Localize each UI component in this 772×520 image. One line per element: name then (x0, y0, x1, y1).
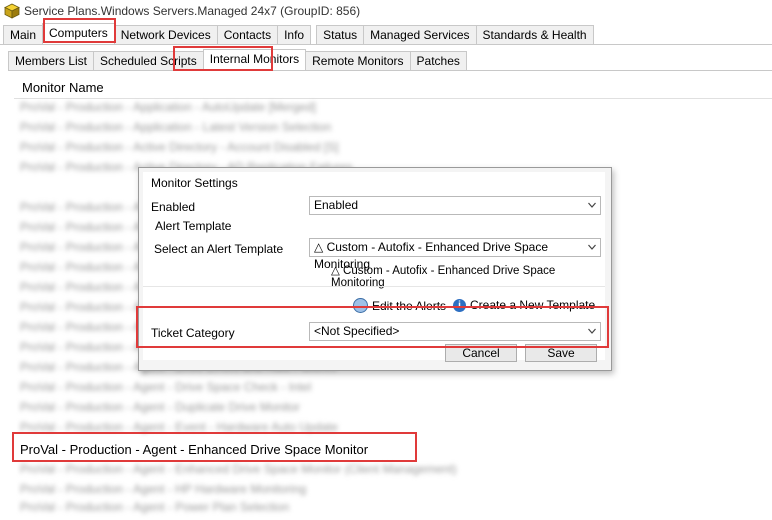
tab-computers[interactable]: Computers (42, 23, 115, 44)
list-item[interactable]: ProVal - Production - Agent - Power Plan… (20, 500, 289, 520)
select-template-label: Select an Alert Template (154, 242, 284, 256)
monitor-settings-group-label: Monitor Settings (151, 176, 238, 190)
main-tab-bar: Main Computers Network Devices Contacts … (0, 23, 772, 45)
tab-main[interactable]: Main (3, 25, 44, 44)
create-template-label: Create a New Template (470, 298, 596, 312)
list-item[interactable]: ProVal - Production - Agent - Event - Ha… (20, 420, 338, 440)
ticket-category-label: Ticket Category (151, 326, 235, 340)
list-item[interactable]: ProVal - Production - Agent - Drive Spac… (20, 380, 311, 400)
divider (143, 286, 605, 287)
cancel-button[interactable]: Cancel (445, 344, 517, 362)
tab-status[interactable]: Status (316, 25, 365, 44)
enabled-dropdown[interactable]: Enabled (309, 196, 601, 215)
list-item[interactable]: ProVal - Production - Agent - Enhanced D… (20, 462, 457, 482)
enabled-dropdown-value: Enabled (314, 198, 359, 212)
list-item[interactable]: ProVal - Production - Application - Late… (20, 120, 331, 140)
info-icon: i (453, 298, 466, 312)
list-item[interactable]: ProVal - Production - Agent - Duplicate … (20, 400, 300, 420)
alert-template-dropdown[interactable]: △ Custom - Autofix - Enhanced Drive Spac… (309, 238, 601, 271)
edit-alerts-icon (353, 298, 368, 313)
subtab-internal-monitors[interactable]: Internal Monitors (202, 49, 307, 70)
edit-alerts-link[interactable]: Edit the Alerts (353, 298, 446, 313)
tab-managed-services[interactable]: Managed Services (363, 25, 477, 44)
list-item[interactable]: ProVal - Production - Application - Auto… (20, 100, 316, 120)
title-bar: Service Plans.Windows Servers.Managed 24… (0, 0, 772, 22)
create-template-link[interactable]: i Create a New Template (453, 298, 595, 312)
edit-alerts-label: Edit the Alerts (372, 298, 447, 313)
app-cube-icon (4, 3, 20, 19)
tab-network-devices[interactable]: Network Devices (113, 25, 218, 44)
sub-tab-bar: Members List Scheduled Scripts Internal … (8, 49, 772, 70)
tab-contacts[interactable]: Contacts (216, 25, 279, 44)
column-header-label: Monitor Name (22, 80, 104, 95)
monitor-settings-dialog: Monitor Settings Enabled Enabled Alert T… (138, 167, 612, 371)
list-item[interactable]: ProVal - Production - Active Directory -… (20, 140, 339, 160)
window-title: Service Plans.Windows Servers.Managed 24… (24, 4, 361, 18)
chevron-down-icon (588, 328, 596, 334)
tab-standards-health[interactable]: Standards & Health (475, 25, 594, 44)
subtab-patches[interactable]: Patches (409, 51, 467, 70)
enabled-label: Enabled (151, 200, 196, 214)
selected-list-item[interactable]: ProVal - Production - Agent - Enhanced D… (20, 440, 410, 460)
chevron-down-icon (588, 244, 596, 250)
subtab-members-list[interactable]: Members List (8, 51, 95, 70)
column-header-monitor-name[interactable]: Monitor Name (14, 76, 772, 99)
dialog-body: Monitor Settings Enabled Enabled Alert T… (143, 172, 605, 360)
chevron-down-icon (588, 202, 596, 208)
list-item[interactable]: ProVal - Production - Agent - HP Hardwar… (20, 482, 306, 502)
ticket-category-value: <Not Specified> (314, 324, 400, 338)
alert-template-group-label: Alert Template (155, 219, 232, 233)
subtab-scheduled-scripts[interactable]: Scheduled Scripts (93, 51, 204, 70)
tab-info[interactable]: Info (277, 25, 312, 44)
subtab-remote-monitors[interactable]: Remote Monitors (305, 51, 411, 70)
ticket-category-dropdown[interactable]: <Not Specified> (309, 322, 601, 341)
save-button[interactable]: Save (525, 344, 597, 362)
